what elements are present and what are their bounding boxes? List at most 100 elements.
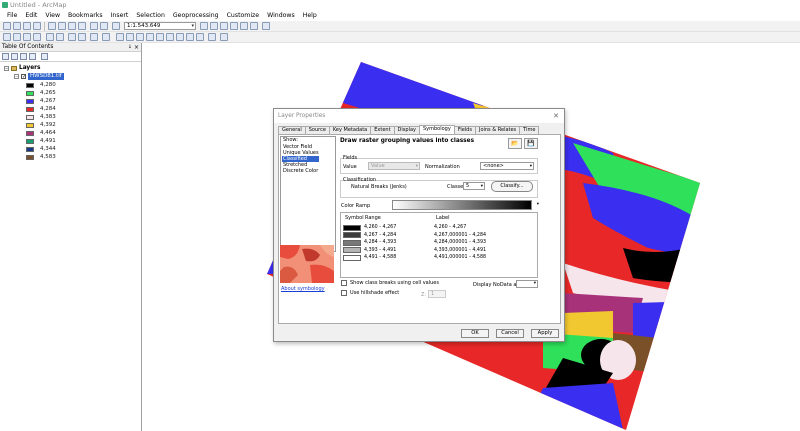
hyperlink-icon[interactable] bbox=[136, 33, 144, 41]
list-by-drawing-order-icon[interactable] bbox=[2, 53, 9, 60]
close-icon[interactable]: ✕ bbox=[553, 109, 559, 123]
class-range[interactable]: 4,260 - 4,267 bbox=[364, 225, 434, 230]
class-symbol-swatch[interactable] bbox=[343, 224, 361, 231]
time-slider-icon[interactable] bbox=[196, 33, 204, 41]
find-icon[interactable] bbox=[166, 33, 174, 41]
legend-item[interactable]: 4,284 bbox=[26, 105, 56, 113]
tab-source[interactable]: Source bbox=[304, 126, 330, 134]
forward-extent-icon[interactable] bbox=[78, 33, 86, 41]
hillshade-option[interactable]: Use hillshade effect bbox=[341, 290, 399, 296]
table-row[interactable]: 4,260 - 4,267 4,260 - 4,267 bbox=[343, 224, 466, 231]
tab-extent[interactable]: Extent bbox=[370, 126, 395, 134]
undo-icon[interactable] bbox=[90, 22, 98, 30]
classify-button[interactable]: Classify... bbox=[491, 181, 533, 192]
collapse-icon[interactable]: − bbox=[14, 74, 19, 79]
model-builder-icon[interactable] bbox=[262, 22, 270, 30]
tab-general[interactable]: General bbox=[278, 126, 306, 134]
legend-item[interactable]: 4,383 bbox=[26, 113, 56, 121]
catalog-icon[interactable] bbox=[220, 22, 228, 30]
menu-view[interactable]: View bbox=[41, 10, 64, 21]
map-scale-select[interactable]: 1:1.543.649 ▾ bbox=[124, 22, 196, 30]
legend-item[interactable]: 4,491 bbox=[26, 137, 56, 145]
arctoolbox-icon[interactable] bbox=[240, 22, 248, 30]
apply-button[interactable]: Apply bbox=[531, 329, 559, 338]
tab-display[interactable]: Display bbox=[393, 126, 420, 134]
menu-help[interactable]: Help bbox=[299, 10, 321, 21]
tab-fields[interactable]: Fields bbox=[453, 126, 476, 134]
range-column-header[interactable]: Range bbox=[365, 215, 381, 221]
tab-joins-relates[interactable]: Joins & Relates bbox=[474, 126, 521, 134]
legend-swatch[interactable] bbox=[26, 98, 34, 104]
class-label[interactable]: 4,393,000001 - 4,491 bbox=[434, 248, 486, 253]
new-document-icon[interactable] bbox=[3, 22, 11, 30]
classes-count-select[interactable]: 5 ▾ bbox=[463, 182, 485, 190]
back-extent-icon[interactable] bbox=[68, 33, 76, 41]
menu-edit[interactable]: Edit bbox=[21, 10, 41, 21]
delete-icon[interactable] bbox=[78, 22, 86, 30]
menu-file[interactable]: File bbox=[3, 10, 21, 21]
legend-item[interactable]: 4,265 bbox=[26, 89, 56, 97]
list-by-visibility-icon[interactable] bbox=[20, 53, 27, 60]
list-by-source-icon[interactable] bbox=[11, 53, 18, 60]
legend-swatch[interactable] bbox=[26, 154, 34, 160]
menu-insert[interactable]: Insert bbox=[107, 10, 133, 21]
identify-icon[interactable] bbox=[126, 33, 134, 41]
class-label[interactable]: 4,260 - 4,267 bbox=[434, 225, 466, 230]
toc-options-icon[interactable] bbox=[41, 53, 48, 60]
legend-swatch[interactable] bbox=[26, 82, 34, 88]
open-icon[interactable] bbox=[13, 22, 21, 30]
value-field-select[interactable]: Value ▾ bbox=[368, 162, 420, 170]
create-viewer-icon[interactable] bbox=[208, 33, 216, 41]
legend-item[interactable]: 4,583 bbox=[26, 153, 56, 161]
table-row[interactable]: 4,267 - 4,284 4,267,000001 - 4,284 bbox=[343, 232, 486, 239]
save-icon[interactable]: 💾 bbox=[524, 138, 538, 149]
nodata-color-select[interactable]: ▾ bbox=[516, 280, 538, 288]
tab-symbology[interactable]: Symbology bbox=[418, 125, 455, 134]
menu-geoprocessing[interactable]: Geoprocessing bbox=[169, 10, 223, 21]
fixed-zoom-in-icon[interactable] bbox=[46, 33, 54, 41]
renderer-item-discrete-color[interactable]: Discrete Color bbox=[282, 168, 319, 174]
paste-icon[interactable] bbox=[68, 22, 76, 30]
open-folder-icon[interactable]: 📂 bbox=[508, 138, 522, 149]
measure-icon[interactable] bbox=[156, 33, 164, 41]
menu-bookmarks[interactable]: Bookmarks bbox=[64, 10, 107, 21]
fixed-zoom-out-icon[interactable] bbox=[56, 33, 64, 41]
legend-item[interactable]: 4,280 bbox=[26, 81, 56, 89]
zoom-in-icon[interactable] bbox=[3, 33, 11, 41]
collapse-icon[interactable]: − bbox=[4, 65, 9, 71]
html-popup-icon[interactable] bbox=[146, 33, 154, 41]
layer-name[interactable]: HWSD81.tif bbox=[28, 73, 64, 80]
clear-selection-icon[interactable] bbox=[102, 33, 110, 41]
tab-time[interactable]: Time bbox=[519, 126, 540, 134]
full-extent-icon[interactable] bbox=[33, 33, 41, 41]
table-row[interactable]: 4,491 - 4,588 4,491,000001 - 4,588 bbox=[343, 254, 486, 261]
legend-swatch[interactable] bbox=[26, 146, 34, 152]
copy-icon[interactable] bbox=[58, 22, 66, 30]
layer-visibility-checkbox[interactable]: ✓ bbox=[21, 74, 26, 80]
search-icon[interactable] bbox=[230, 22, 238, 30]
legend-swatch[interactable] bbox=[26, 122, 34, 128]
menu-customize[interactable]: Customize bbox=[223, 10, 263, 21]
normalization-select[interactable]: <none> ▾ bbox=[480, 162, 534, 170]
class-range[interactable]: 4,267 - 4,284 bbox=[364, 233, 434, 238]
select-elements-icon[interactable] bbox=[116, 33, 124, 41]
class-symbol-swatch[interactable] bbox=[343, 247, 361, 253]
save-icon[interactable] bbox=[23, 22, 31, 30]
hillshade-checkbox[interactable] bbox=[341, 290, 347, 296]
symbol-column-header[interactable]: Symbol bbox=[345, 215, 364, 221]
color-ramp-select[interactable]: ▾ bbox=[392, 200, 539, 210]
label-column-header[interactable]: Label bbox=[436, 215, 450, 221]
layers-group[interactable]: − Layers bbox=[4, 65, 40, 71]
tab-key-metadata[interactable]: Key Metadata bbox=[328, 126, 372, 134]
about-symbology-link[interactable]: About symbology bbox=[281, 286, 325, 292]
legend-item[interactable]: 4,392 bbox=[26, 121, 56, 129]
show-class-breaks-option[interactable]: Show class breaks using cell values bbox=[341, 280, 439, 286]
cut-icon[interactable] bbox=[48, 22, 56, 30]
pan-icon[interactable] bbox=[23, 33, 31, 41]
zoom-out-icon[interactable] bbox=[13, 33, 21, 41]
legend-swatch[interactable] bbox=[26, 138, 34, 144]
legend-swatch[interactable] bbox=[26, 114, 34, 120]
legend-swatch[interactable] bbox=[26, 130, 34, 136]
pin-icon[interactable]: ↓ bbox=[128, 43, 132, 52]
table-of-contents-icon[interactable] bbox=[210, 22, 218, 30]
